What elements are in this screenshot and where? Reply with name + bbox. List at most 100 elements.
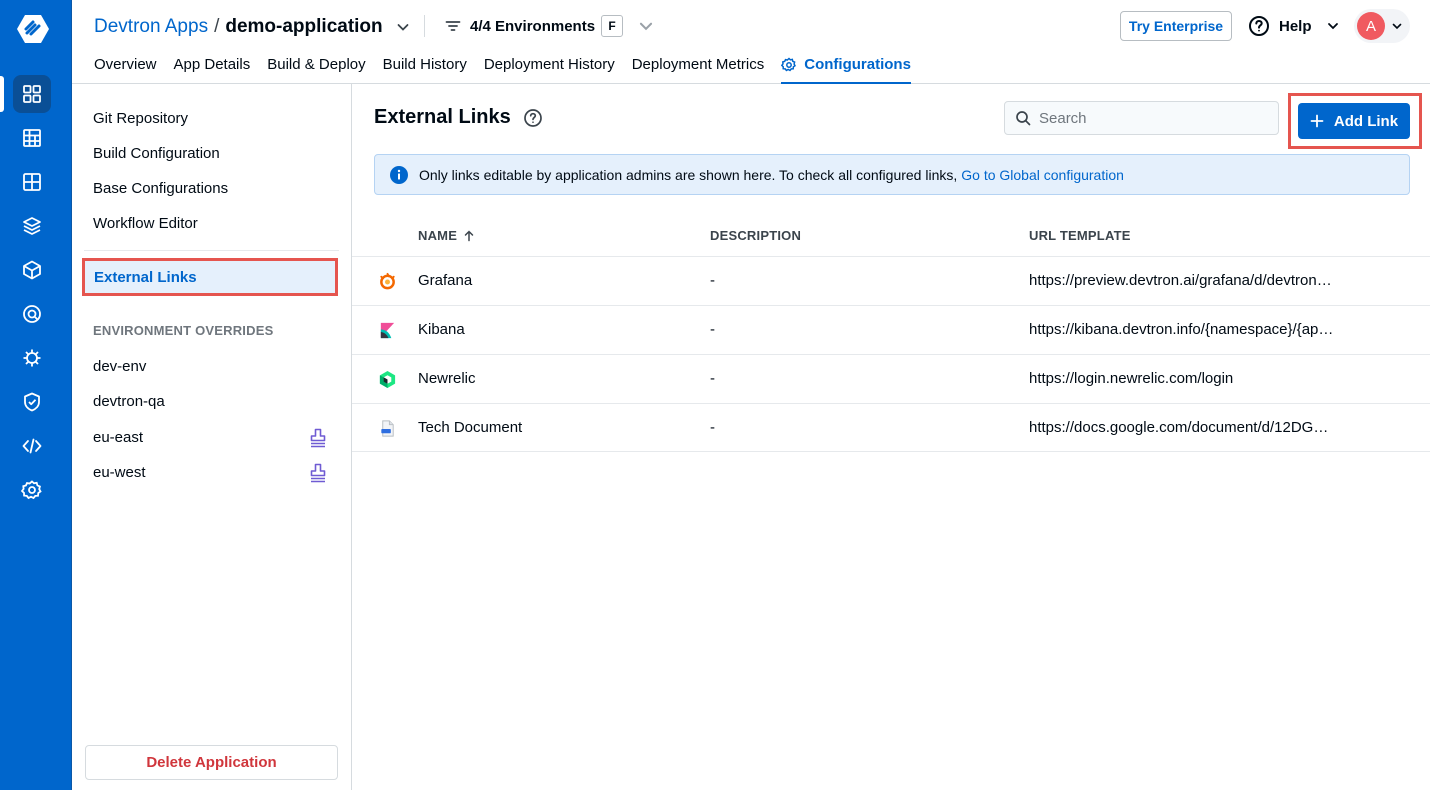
config-sidebar: Git Repository Build Configuration Base … [72, 84, 352, 790]
rail-bulk-edit[interactable] [13, 339, 51, 377]
link-name: Newrelic [418, 370, 476, 387]
page-title-text: External Links [374, 106, 511, 128]
search-box [1004, 101, 1279, 135]
newrelic-icon [379, 370, 396, 389]
tab-deployment-history[interactable]: Deployment History [484, 52, 615, 84]
info-banner: Only links editable by application admin… [374, 154, 1410, 195]
nav-env-dev-env[interactable]: dev-env [93, 358, 146, 375]
nav-env-eu-east[interactable]: eu-east [93, 429, 143, 446]
add-link-button[interactable]: Add Link [1298, 103, 1410, 139]
tab-deployment-metrics[interactable]: Deployment Metrics [632, 52, 765, 84]
tab-overview[interactable]: Overview [94, 52, 157, 84]
rail-code[interactable] [13, 427, 51, 465]
link-name: Tech Document [418, 419, 523, 436]
table-row[interactable]: Kibana - https://kibana.devtron.info/{na… [352, 305, 1430, 354]
info-banner-text: Only links editable by application admin… [419, 166, 958, 183]
link-url: https://login.newrelic.com/login [1029, 370, 1234, 387]
nav-env-eu-west[interactable]: eu-west [93, 464, 146, 481]
rail-resource-browser[interactable] [13, 163, 51, 201]
grafana-icon [380, 272, 395, 290]
gear-icon [781, 57, 797, 72]
stack-icon [23, 217, 41, 235]
link-url: https://preview.devtron.ai/grafana/d/dev… [1029, 272, 1334, 289]
info-icon [390, 165, 408, 184]
column-header-name-label: NAME [418, 228, 458, 243]
nav-divider [84, 250, 339, 251]
tab-build-history[interactable]: Build History [383, 52, 467, 84]
header-divider [424, 15, 425, 37]
environment-chevron-icon[interactable] [637, 17, 655, 35]
page-title: External Links [374, 106, 543, 129]
kibana-icon [380, 322, 395, 339]
approval-stamp-icon [310, 428, 326, 448]
column-header-name[interactable]: NAME [418, 228, 475, 243]
table-row[interactable]: Grafana - https://preview.devtron.ai/gra… [352, 256, 1430, 305]
breadcrumb: Devtron Apps / demo-application [94, 14, 411, 40]
table-row[interactable]: Newrelic - https://login.newrelic.com/lo… [352, 354, 1430, 403]
approval-stamp-icon [310, 463, 326, 483]
document-icon [381, 420, 394, 437]
external-links-panel: External Links Add Link Only links edita… [352, 84, 1430, 790]
link-description: - [710, 272, 715, 289]
avatar: A [1357, 12, 1385, 40]
help-circle-icon[interactable] [523, 108, 543, 128]
profile-menu[interactable]: A [1354, 9, 1410, 43]
sort-ascending-icon [464, 229, 474, 241]
delete-application-button[interactable]: Delete Application [85, 745, 338, 780]
app-rail [0, 0, 72, 790]
link-url: https://kibana.devtron.info/{namespace}/… [1029, 321, 1334, 338]
apps-grid-icon [23, 85, 41, 103]
tab-build-deploy[interactable]: Build & Deploy [267, 52, 365, 84]
link-description: - [710, 419, 715, 436]
help-circle-icon [1249, 16, 1269, 36]
environment-filter-label: 4/4 Environments [470, 17, 596, 35]
devtron-logo-icon[interactable] [16, 12, 50, 46]
rail-deployments[interactable] [13, 251, 51, 289]
tab-app-details[interactable]: App Details [174, 52, 251, 84]
rail-app-groups[interactable] [13, 119, 51, 157]
link-url: https://docs.google.com/document/d/12DGx… [1029, 419, 1334, 436]
add-link-label: Add Link [1333, 112, 1399, 130]
rail-active-marker [0, 76, 4, 112]
link-description: - [710, 321, 715, 338]
profile-chevron-icon [1392, 23, 1402, 30]
environment-overrides-heading: ENVIRONMENT OVERRIDES [93, 323, 274, 338]
table-row[interactable]: Tech Document - https://docs.google.com/… [352, 403, 1430, 452]
target-icon [23, 305, 41, 323]
cube-icon [23, 260, 41, 280]
try-enterprise-button[interactable]: Try Enterprise [1120, 11, 1232, 41]
tab-configurations-label: Configurations [804, 56, 911, 73]
bug-icon [23, 349, 41, 367]
nav-base-configurations[interactable]: Base Configurations [93, 180, 228, 197]
search-input[interactable] [1039, 109, 1269, 127]
global-configuration-link[interactable]: Go to Global configuration [961, 167, 1124, 183]
help-label: Help [1279, 17, 1312, 35]
help-menu[interactable]: Help [1248, 12, 1340, 40]
nav-external-links[interactable]: External Links [82, 258, 338, 296]
rail-global-config[interactable] [13, 471, 51, 509]
column-header-description: DESCRIPTION [710, 228, 802, 243]
breadcrumb-separator: / [214, 16, 220, 37]
environment-filter[interactable]: 4/4 Environments F [444, 14, 663, 38]
nav-build-configuration[interactable]: Build Configuration [93, 145, 220, 162]
rail-security-scans[interactable] [13, 295, 51, 333]
breadcrumb-apps-link[interactable]: Devtron Apps [94, 16, 208, 38]
breadcrumb-current-app: demo-application [225, 16, 383, 37]
shield-check-icon [24, 392, 40, 412]
nav-workflow-editor[interactable]: Workflow Editor [93, 215, 198, 232]
app-header: Devtron Apps / demo-application 4/4 Envi… [72, 0, 1430, 84]
tab-configurations[interactable]: Configurations [781, 52, 911, 84]
plus-icon [1310, 114, 1324, 128]
rail-security[interactable] [13, 383, 51, 421]
rail-charts[interactable] [13, 207, 51, 245]
add-link-highlight: Add Link [1288, 93, 1422, 149]
nav-git-repository[interactable]: Git Repository [93, 110, 188, 127]
layout-grid-icon [23, 173, 41, 191]
code-icon [22, 438, 42, 454]
column-header-url-template: URL TEMPLATE [1029, 228, 1131, 243]
app-switcher-chevron-icon[interactable] [395, 19, 411, 35]
search-icon [1016, 111, 1031, 126]
nav-env-devtron-qa[interactable]: devtron-qa [93, 393, 165, 410]
rail-apps[interactable] [13, 75, 51, 113]
help-chevron-icon [1327, 23, 1338, 30]
